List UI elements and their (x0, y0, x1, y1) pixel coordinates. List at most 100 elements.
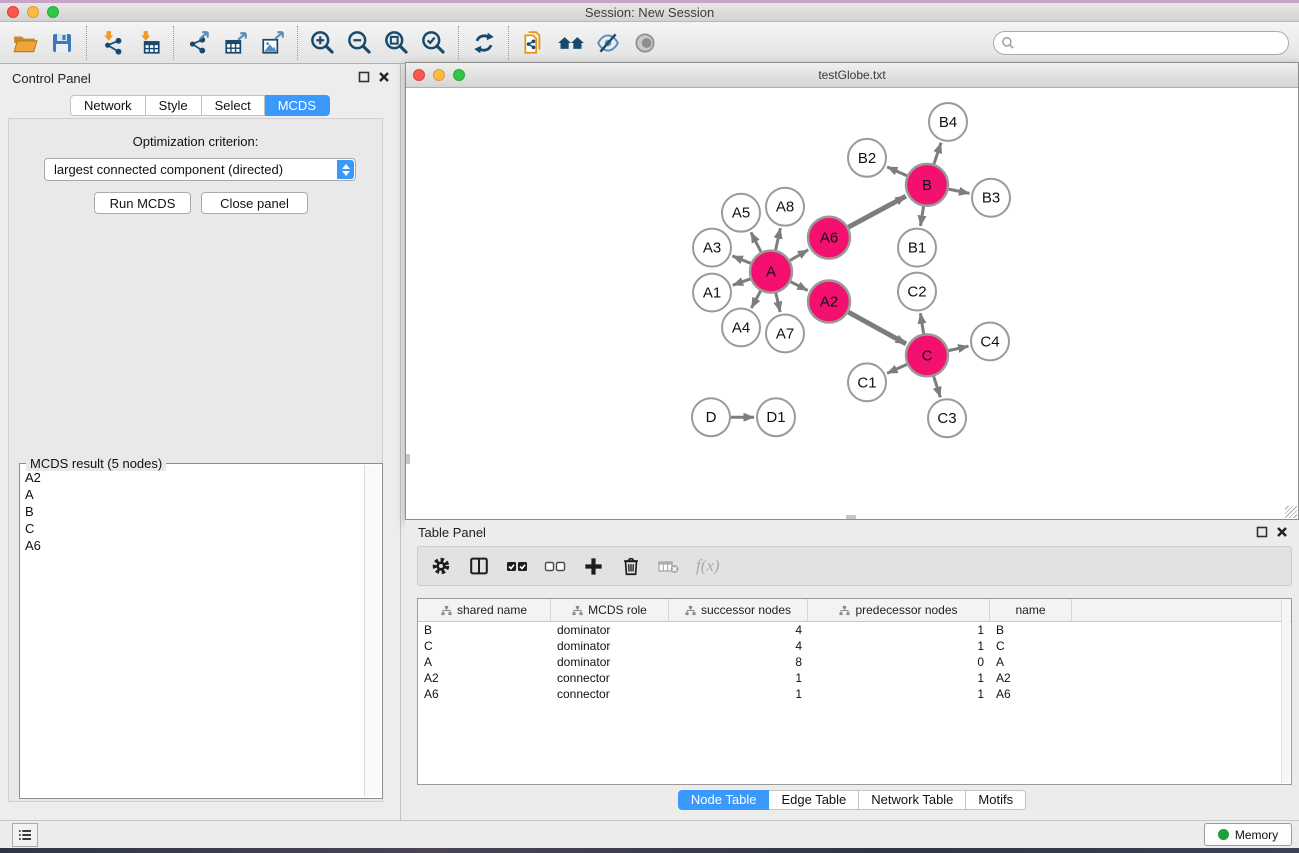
window-resize-grip[interactable] (1285, 506, 1297, 518)
table-row[interactable]: A6connector11A6 (418, 686, 1291, 702)
refresh-button[interactable] (465, 25, 502, 61)
delete-column-button[interactable] (614, 550, 648, 582)
graph-node-A[interactable]: A (750, 251, 792, 293)
table-row[interactable]: A2connector11A2 (418, 670, 1291, 686)
tab-network[interactable]: Network (70, 95, 146, 116)
graph-node-B2[interactable]: B2 (848, 139, 886, 177)
graph-node-A6[interactable]: A6 (808, 217, 850, 259)
graph-node-C2[interactable]: C2 (898, 273, 936, 311)
column-header-name[interactable]: name (990, 599, 1072, 621)
network-window-titlebar[interactable]: testGlobe.txt (406, 63, 1298, 88)
graph-node-B[interactable]: B (906, 164, 948, 206)
mcds-result-item[interactable]: B (21, 503, 363, 520)
tab-network-table[interactable]: Network Table (859, 790, 966, 810)
app-titlebar[interactable]: Session: New Session (0, 3, 1299, 22)
export-image-button[interactable] (254, 25, 291, 61)
memory-button[interactable]: Memory (1204, 823, 1292, 846)
delete-table-button[interactable] (652, 550, 686, 582)
mcds-result-item[interactable]: A6 (21, 537, 363, 554)
float-panel-icon[interactable] (358, 71, 370, 83)
criterion-select[interactable]: largest connected component (directed) (44, 158, 356, 181)
tab-node-table[interactable]: Node Table (678, 790, 770, 810)
table-panel: Table Panel (405, 520, 1299, 820)
zoom-out-icon (346, 29, 373, 56)
import-network-button[interactable] (93, 25, 130, 61)
select-all-columns-button[interactable] (500, 550, 534, 582)
open-session-button[interactable] (6, 25, 43, 61)
graph-node-A7[interactable]: A7 (766, 314, 804, 352)
function-builder-button[interactable]: f(x) (696, 556, 720, 576)
mcds-result-item[interactable]: A (21, 486, 363, 503)
table-cell: 1 (808, 686, 990, 702)
edge-A-A7 (776, 293, 780, 312)
graph-node-C4[interactable]: C4 (971, 322, 1009, 360)
export-table-button[interactable] (217, 25, 254, 61)
table-row[interactable]: Bdominator41B (418, 622, 1291, 638)
tab-mcds[interactable]: MCDS (265, 95, 330, 116)
toolbar-separator (173, 26, 174, 60)
hide-graphics-details-button[interactable] (589, 25, 626, 61)
tab-motifs[interactable]: Motifs (966, 790, 1026, 810)
tab-style[interactable]: Style (146, 95, 202, 116)
graph-node-C3[interactable]: C3 (928, 399, 966, 437)
attribute-icon (572, 605, 583, 616)
search-input[interactable] (993, 31, 1289, 55)
zoom-in-button[interactable] (304, 25, 341, 61)
graph-node-A3[interactable]: A3 (693, 229, 731, 267)
table-row[interactable]: Adominator80A (418, 654, 1291, 670)
column-header-shared-name[interactable]: shared name (418, 599, 551, 621)
graph-node-A1[interactable]: A1 (693, 274, 731, 312)
home-button[interactable] (552, 25, 589, 61)
clone-network-icon (521, 30, 547, 56)
run-mcds-button[interactable]: Run MCDS (94, 192, 191, 214)
zoom-fit-button[interactable] (378, 25, 415, 61)
graph-node-C[interactable]: C (906, 334, 948, 376)
table-row[interactable]: Cdominator41C (418, 638, 1291, 654)
node-label: A3 (703, 240, 721, 257)
graph-node-A4[interactable]: A4 (722, 308, 760, 346)
table-cell: 0 (808, 654, 990, 670)
zoom-selected-button[interactable] (415, 25, 452, 61)
table-cell: C (418, 638, 551, 654)
mcds-result-item[interactable]: C (21, 520, 363, 537)
column-header-predecessor-nodes[interactable]: predecessor nodes (808, 599, 990, 621)
export-network-button[interactable] (180, 25, 217, 61)
close-panel-icon[interactable] (378, 71, 390, 83)
tab-select[interactable]: Select (202, 95, 265, 116)
graph-node-C1[interactable]: C1 (848, 363, 886, 401)
result-scrollbar[interactable] (364, 465, 381, 797)
column-header-MCDS-role[interactable]: MCDS role (551, 599, 669, 621)
graph-node-B4[interactable]: B4 (929, 103, 967, 141)
create-column-button[interactable] (576, 550, 610, 582)
network-from-selection-button[interactable] (515, 25, 552, 61)
save-session-button[interactable] (43, 25, 80, 61)
column-header-successor-nodes[interactable]: successor nodes (669, 599, 808, 621)
show-graphics-details-button[interactable] (626, 25, 663, 61)
graph-node-A5[interactable]: A5 (722, 194, 760, 232)
show-column-button[interactable] (462, 550, 496, 582)
table-header-row: shared nameMCDS rolesuccessor nodesprede… (418, 599, 1291, 622)
mcds-result-item[interactable]: A2 (21, 469, 363, 486)
graph-node-D[interactable]: D (692, 398, 730, 436)
close-table-panel-icon[interactable] (1276, 526, 1288, 538)
table-scrollbar[interactable] (1281, 600, 1290, 783)
unselect-all-columns-button[interactable] (538, 550, 572, 582)
float-table-panel-icon[interactable] (1256, 526, 1268, 538)
graph-node-A8[interactable]: A8 (766, 188, 804, 226)
network-canvas[interactable]: A A5A8 A3 A1A4A7 A6 A2 B B4 B2 B3 B1 C C2 C4 C1 C3 D D1 (406, 88, 1298, 519)
zoom-out-button[interactable] (341, 25, 378, 61)
task-history-button[interactable] (12, 823, 38, 847)
graph-node-D1[interactable]: D1 (757, 398, 795, 436)
canvas-scroll-tick (406, 454, 410, 464)
graph-node-B1[interactable]: B1 (898, 229, 936, 267)
table-cell: 4 (669, 622, 808, 638)
tab-edge-table[interactable]: Edge Table (769, 790, 859, 810)
node-label: C3 (937, 410, 956, 427)
mcds-result-box: MCDS result (5 nodes) A2ABCA6 (19, 463, 383, 799)
table-settings-button[interactable] (424, 550, 458, 582)
graph-node-A2[interactable]: A2 (808, 281, 850, 323)
close-panel-button[interactable]: Close panel (201, 192, 308, 214)
graph-node-B3[interactable]: B3 (972, 179, 1010, 217)
zoom-fit-icon (383, 29, 410, 56)
import-table-button[interactable] (130, 25, 167, 61)
